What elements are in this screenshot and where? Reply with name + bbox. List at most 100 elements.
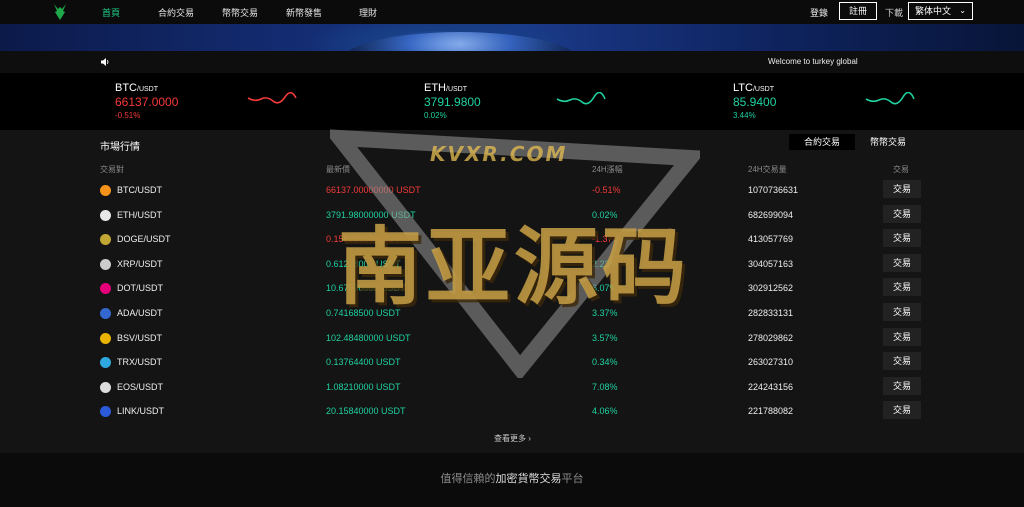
watermark-site: KVXR.COM xyxy=(430,142,568,166)
tab-contract[interactable]: 合約交易 xyxy=(789,134,855,150)
logo-icon[interactable] xyxy=(52,3,68,21)
pair-cell: DOGE/USDT xyxy=(117,234,171,245)
pair-cell: LINK/USDT xyxy=(117,406,165,417)
header-volume: 24H交易量 xyxy=(748,165,787,174)
download-link[interactable]: 下載 xyxy=(885,6,903,19)
trade-button[interactable]: 交易 xyxy=(883,278,921,297)
view-more-link[interactable]: 查看更多 › xyxy=(494,433,531,444)
price-cell: 66137.00000000 USDT xyxy=(326,185,421,195)
change-cell: 0.34% xyxy=(592,357,618,368)
volume-cell: 282833131 xyxy=(748,308,794,318)
notice-bar: Welcome to turkey global xyxy=(0,51,1024,73)
doge-icon xyxy=(100,234,111,246)
ticker-price: 3791.9800 xyxy=(424,95,481,109)
trade-button[interactable]: 交易 xyxy=(883,229,921,248)
trade-button[interactable]: 交易 xyxy=(883,352,921,371)
nav-home[interactable]: 首頁 xyxy=(102,6,120,19)
table-row[interactable]: EOS/USDT 1.08210000 USDT 7.08% 224243156 交易 xyxy=(0,376,1024,400)
volume-cell: 278029862 xyxy=(748,332,794,343)
link-icon xyxy=(100,406,111,418)
ticker-ltc[interactable]: LTC/USDT 85.9400 3.44% xyxy=(733,82,776,120)
change-cell: 7.08% xyxy=(592,381,618,392)
price-cell: 1.08210000 USDT xyxy=(326,381,401,392)
chevron-down-icon: ⌄ xyxy=(959,6,966,15)
bsv-icon xyxy=(100,332,111,344)
nav-contract-trading[interactable]: 合約交易 xyxy=(158,6,194,19)
trade-button[interactable]: 交易 xyxy=(883,253,921,272)
ticker-symbol: ETH/USDT xyxy=(424,82,467,94)
language-label: 繁体中文 xyxy=(915,6,952,16)
eos-icon xyxy=(100,381,111,393)
volume-cell: 682699094 xyxy=(748,209,794,220)
ada-icon xyxy=(100,308,111,319)
volume-cell: 302912562 xyxy=(748,283,794,294)
header-pair: 交易對 xyxy=(100,165,124,174)
price-cell: 102.48480000 USDT xyxy=(326,332,411,343)
pair-cell: XRP/USDT xyxy=(117,258,163,269)
ticker-btc[interactable]: BTC/USDT 66137.0000 -0.51% xyxy=(115,82,178,120)
change-cell: -0.51% xyxy=(592,185,621,195)
volume-cell: 224243156 xyxy=(748,381,794,392)
price-cell: 20.15840000 USDT xyxy=(326,406,406,417)
volume-cell: 221788082 xyxy=(748,406,794,417)
volume-cell: 1070736631 xyxy=(748,185,799,195)
ticker-change: -0.51% xyxy=(115,111,141,120)
pair-cell: ADA/USDT xyxy=(117,308,163,318)
register-button[interactable]: 註冊 xyxy=(839,2,877,20)
sparkline-eth xyxy=(556,92,606,105)
login-button[interactable]: 登錄 xyxy=(810,6,828,19)
eth-icon xyxy=(100,209,111,221)
trade-button[interactable]: 交易 xyxy=(883,303,921,321)
trade-button[interactable]: 交易 xyxy=(883,327,921,346)
footer: 值得信賴的加密貨幣交易平台 xyxy=(0,453,1024,507)
ticker-change: 0.02% xyxy=(424,111,447,120)
ticker-change: 3.44% xyxy=(733,111,756,120)
trade-button[interactable]: 交易 xyxy=(883,376,921,395)
pair-cell: TRX/USDT xyxy=(117,357,162,368)
notice-text[interactable]: Welcome to turkey global xyxy=(768,57,858,66)
ticker-price: 66137.0000 xyxy=(115,95,179,109)
top-nav: 首頁 合約交易 幣幣交易 新幣發售 理財 登錄 註冊 下載 繁体中文 ⌄ xyxy=(0,0,1024,24)
table-row[interactable]: BSV/USDT 102.48480000 USDT 3.57% 278029862 交… xyxy=(0,327,1024,351)
header-change: 24H漲幅 xyxy=(592,165,623,174)
sparkline-ltc xyxy=(865,92,915,105)
footer-slogan: 值得信賴的加密貨幣交易平台 xyxy=(440,473,584,485)
tab-spot[interactable]: 幣幣交易 xyxy=(863,134,913,150)
ticker-eth[interactable]: ETH/USDT 3791.9800 0.02% xyxy=(424,82,481,120)
trade-button[interactable]: 交易 xyxy=(883,204,921,223)
change-cell: 4.06% xyxy=(592,406,618,417)
ticker-price: 85.9400 xyxy=(733,95,777,109)
speaker-icon xyxy=(101,58,109,66)
pair-cell: DOT/USDT xyxy=(117,283,163,294)
volume-cell: 413057769 xyxy=(748,234,794,245)
sparkline-btc xyxy=(247,92,297,104)
volume-cell: 304057163 xyxy=(748,258,794,269)
pair-cell: ETH/USDT xyxy=(117,209,162,220)
ticker-symbol: BTC/USDT xyxy=(115,82,158,94)
price-cell: 0.13764400 USDT xyxy=(326,357,401,368)
language-select[interactable]: 繁体中文 ⌄ xyxy=(908,2,973,20)
market-title: 市場行情 xyxy=(100,142,140,153)
watermark-text: 南亚源码 xyxy=(338,218,691,316)
pair-cell: EOS/USDT xyxy=(117,381,164,392)
trade-button[interactable]: 交易 xyxy=(883,401,921,420)
ticker-strip: BTC/USDT 66137.0000 -0.51% ETH/USDT 3791… xyxy=(0,73,1024,130)
pair-cell: BTC/USDT xyxy=(117,185,162,195)
change-cell: 3.57% xyxy=(592,332,618,343)
table-row[interactable]: TRX/USDT 0.13764400 USDT 0.34% 263027310 交易 xyxy=(0,351,1024,375)
btc-icon xyxy=(100,185,111,196)
nav-spot-trading[interactable]: 幣幣交易 xyxy=(222,6,258,19)
ticker-symbol: LTC/USDT xyxy=(733,82,774,94)
pair-cell: BSV/USDT xyxy=(117,332,163,343)
table-row[interactable]: LINK/USDT 20.15840000 USDT 4.06% 221788082 交… xyxy=(0,400,1024,424)
nav-new-listing[interactable]: 新幣發售 xyxy=(286,6,322,19)
xrp-icon xyxy=(100,258,111,270)
header-action: 交易 xyxy=(893,165,909,174)
trade-button[interactable]: 交易 xyxy=(883,180,921,198)
header-price: 最新價 xyxy=(326,165,350,174)
nav-finance[interactable]: 理財 xyxy=(359,6,377,19)
dot-icon xyxy=(100,283,111,295)
volume-cell: 263027310 xyxy=(748,357,794,368)
planet-image xyxy=(340,32,580,51)
trx-icon xyxy=(100,357,111,369)
